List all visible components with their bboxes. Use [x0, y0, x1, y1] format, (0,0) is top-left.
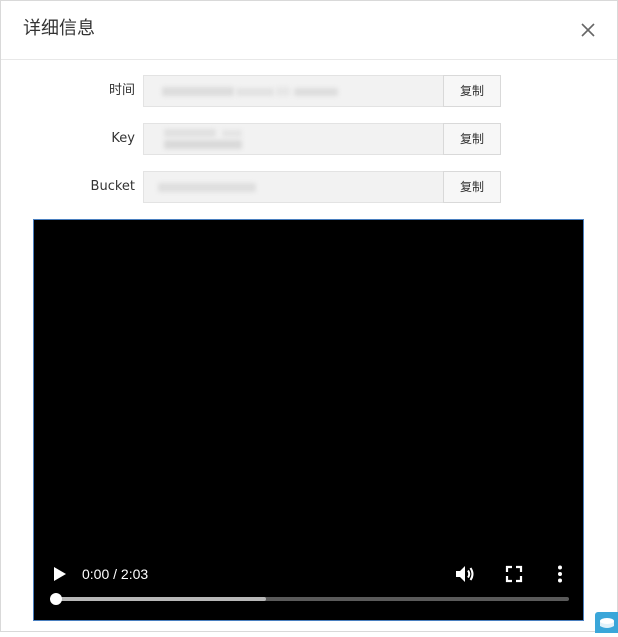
- field-row-bucket: Bucket 复制: [1, 171, 617, 203]
- field-row-time: 时间 复制: [1, 75, 617, 107]
- redacted-text: [164, 129, 216, 137]
- play-icon[interactable]: [52, 565, 68, 583]
- dialog-header: 详细信息: [1, 1, 617, 60]
- copy-bucket-button[interactable]: 复制: [443, 171, 501, 203]
- redacted-text: [276, 87, 290, 96]
- redacted-text: [222, 130, 242, 137]
- field-row-key: Key 复制: [1, 123, 617, 155]
- key-field[interactable]: [143, 123, 443, 155]
- progress-bar[interactable]: [50, 593, 569, 605]
- field-label-bucket: Bucket: [90, 179, 135, 194]
- progress-buffered: [56, 597, 267, 601]
- time-field[interactable]: [143, 75, 443, 107]
- progress-thumb[interactable]: [50, 593, 62, 605]
- volume-icon[interactable]: [454, 563, 476, 585]
- fullscreen-icon[interactable]: [504, 564, 524, 584]
- field-label-key: Key: [111, 131, 135, 146]
- time-display: 0:00 / 2:03: [82, 566, 149, 582]
- redacted-text: [294, 88, 338, 96]
- storage-icon[interactable]: [595, 612, 618, 633]
- field-label-time: 时间: [108, 83, 135, 98]
- copy-key-button[interactable]: 复制: [443, 123, 501, 155]
- redacted-text: [236, 88, 274, 96]
- video-player[interactable]: 0:00 / 2:03: [33, 219, 584, 621]
- detail-dialog: 详细信息 时间 复制 Key 复制 Bucket 复制 0:00 / 2:03: [0, 0, 618, 633]
- bucket-field[interactable]: [143, 171, 443, 203]
- redacted-text: [158, 183, 256, 192]
- close-icon[interactable]: [575, 17, 601, 43]
- redacted-text: [164, 140, 242, 149]
- copy-time-button[interactable]: 复制: [443, 75, 501, 107]
- dialog-title: 详细信息: [23, 18, 95, 39]
- more-options-icon[interactable]: [552, 564, 568, 584]
- redacted-text: [162, 87, 234, 96]
